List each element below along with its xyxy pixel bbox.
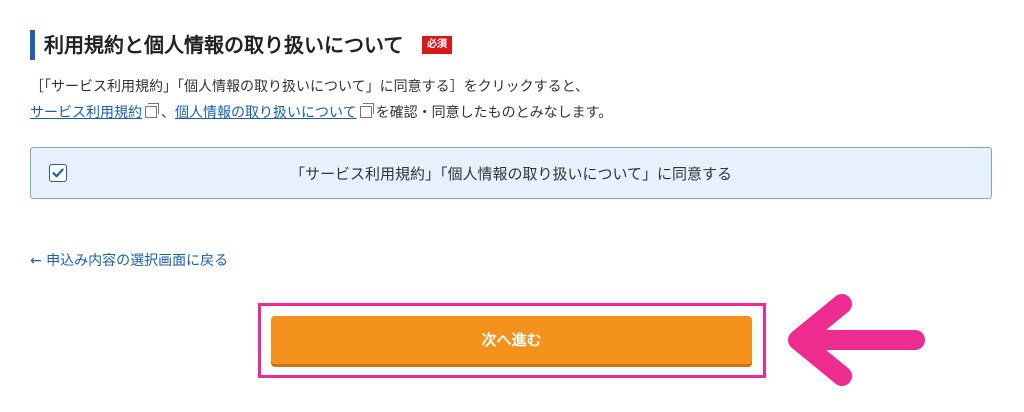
checkmark-icon — [52, 168, 64, 178]
link-separator: 、 — [161, 105, 175, 121]
external-window-icon — [359, 103, 374, 118]
agreement-description: ［「サービス利用規約」「個人情報の取り扱いについて」に同意する］をクリックすると… — [30, 79, 590, 95]
privacy-link[interactable]: 個人情報の取り扱いについて — [175, 105, 357, 121]
agreement-description-links: サービス利用規約 、個人情報の取り扱いについて を確認・同意したものとみなします。 — [30, 102, 612, 124]
external-window-icon — [145, 103, 159, 118]
terms-link[interactable]: サービス利用規約 — [30, 105, 142, 121]
pointing-arrow-icon — [788, 294, 925, 386]
agreement-checkbox-label[interactable]: 「サービス利用規約」「個人情報の取り扱いについて」に同意する — [31, 148, 991, 200]
section-title-bar — [30, 30, 35, 60]
section-title: 利用規約と個人情報の取り扱いについて — [44, 33, 404, 57]
required-badge: 必須 — [422, 36, 452, 54]
back-to-selection-link[interactable]: ← 申込み内容の選択画面に戻る — [30, 250, 228, 272]
description-suffix: を確認・同意したものとみなします。 — [375, 105, 613, 121]
next-button[interactable]: 次へ進む — [271, 316, 752, 364]
agreement-checkbox-row[interactable]: 「サービス利用規約」「個人情報の取り扱いについて」に同意する — [30, 147, 992, 199]
agreement-checkbox[interactable] — [49, 164, 67, 182]
